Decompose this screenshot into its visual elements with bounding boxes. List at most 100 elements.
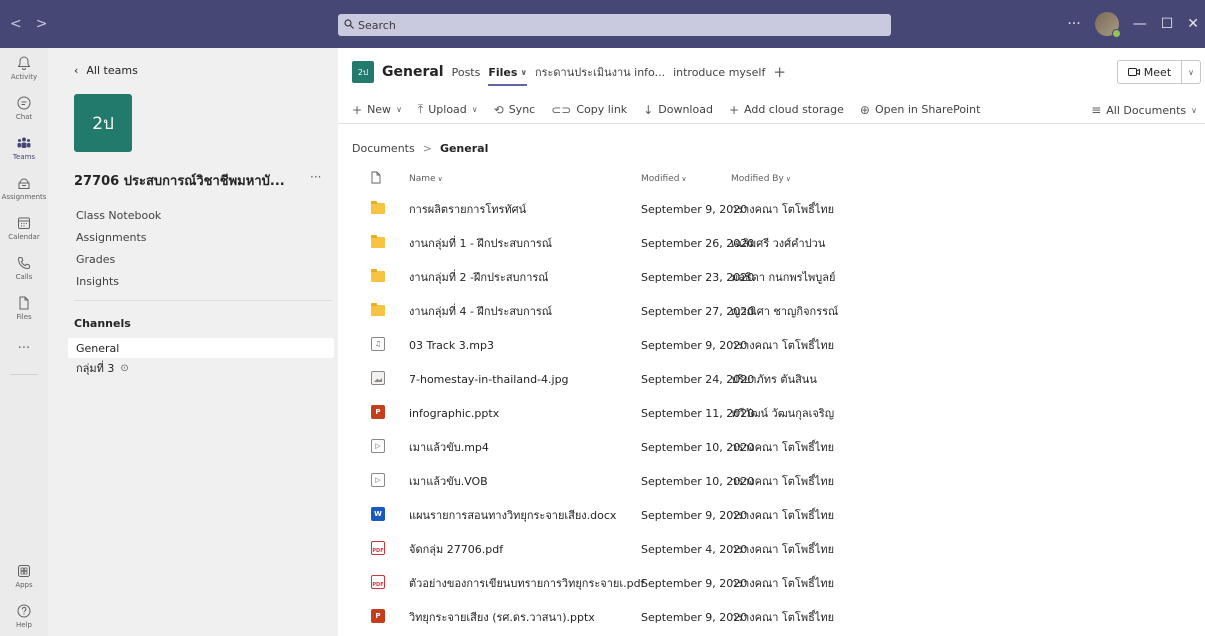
chevron-down-icon: ∨: [785, 175, 791, 183]
view-label: All Documents: [1106, 103, 1187, 117]
team-avatar: 2ป: [74, 94, 132, 152]
channel-group-3[interactable]: กลุ่มที่ 3 ⊙: [68, 358, 334, 378]
file-name[interactable]: งานกลุ่มที่ 2 -ฝึกประสบการณ์: [409, 268, 548, 286]
insights-link[interactable]: Insights: [76, 275, 119, 288]
file-name[interactable]: infographic.pptx: [409, 407, 499, 420]
video-file-icon: ▷: [371, 473, 385, 487]
file-name[interactable]: ตัวอย่างของการเขียนบทรายการวิทยุกระจายเ.…: [409, 574, 644, 592]
pdf-file-icon: PDF: [371, 541, 385, 555]
table-row[interactable]: ▷ เมาแล้วขับ.VOB September 10, 2020 วรางคณา…: [338, 464, 1205, 498]
table-row[interactable]: งานกลุ่มที่ 2 -ฝึกประสบการณ์ September 23…: [338, 260, 1205, 294]
class-notebook-link[interactable]: Class Notebook: [76, 209, 161, 222]
rail-calendar[interactable]: Calendar: [0, 208, 48, 248]
file-name[interactable]: วิทยุกระจายเสียง (รศ.ดร.วาสนา).pptx: [409, 608, 595, 626]
name-column-header[interactable]: Name ∨: [409, 174, 443, 184]
plus-icon: +: [728, 102, 739, 117]
file-type-column-icon[interactable]: [370, 171, 382, 187]
table-row[interactable]: ▷ เมาแล้วขับ.mp4 September 10, 2020 วรางคณา…: [338, 430, 1205, 464]
tab-assessment-board[interactable]: กระดานประเมินงาน info...: [535, 48, 665, 96]
help-icon: [17, 604, 31, 618]
divider: [74, 300, 332, 301]
view-selector[interactable]: ≡ All Documents ∨: [1091, 96, 1197, 124]
file-name[interactable]: 7-homestay-in-thailand-4.jpg: [409, 373, 569, 386]
breadcrumb-documents[interactable]: Documents: [352, 142, 415, 155]
modified-column-header[interactable]: Modified ∨: [641, 174, 687, 184]
table-row[interactable]: งานกลุ่มที่ 1 - ฝึกประสบการณ์ September 2…: [338, 226, 1205, 260]
file-name[interactable]: งานกลุ่มที่ 1 - ฝึกประสบการณ์: [409, 234, 552, 252]
upload-button[interactable]: ⤒ Upload ∨: [418, 102, 478, 117]
meet-dropdown-button[interactable]: ∨: [1182, 61, 1200, 83]
file-name[interactable]: การผลิตรายการโทรทัศน์: [409, 200, 526, 218]
team-more-button[interactable]: ···: [310, 170, 321, 184]
tab-files[interactable]: Files ∨: [488, 48, 527, 96]
assignments-link[interactable]: Assignments: [76, 231, 147, 244]
folder-icon: [371, 303, 385, 316]
rail-activity[interactable]: Activity: [0, 48, 48, 88]
table-row[interactable]: W แผนรายการสอนทางวิทยุกระจายเสียง.docx Sep…: [338, 498, 1205, 532]
folder-icon: [371, 201, 385, 214]
file-name[interactable]: 03 Track 3.mp3: [409, 339, 494, 352]
avatar[interactable]: [1094, 12, 1121, 38]
file-name[interactable]: เมาแล้วขับ.VOB: [409, 472, 488, 490]
table-header: Name ∨ Modified ∨ Modified By ∨: [338, 166, 1205, 192]
file-name[interactable]: แผนรายการสอนทางวิทยุกระจายเสียง.docx: [409, 506, 616, 524]
meet-button[interactable]: Meet: [1118, 61, 1183, 83]
modified-by: วรางคณา โตโพธิ์ไทย: [731, 339, 835, 352]
rail-teams[interactable]: Teams: [0, 128, 48, 168]
rail-more-button[interactable]: ···: [0, 328, 48, 368]
rail-assignments[interactable]: Assignments: [0, 168, 48, 208]
table-row[interactable]: การผลิตรายการโทรทัศน์ September 9, 2020 วร…: [338, 192, 1205, 226]
plus-icon: +: [352, 102, 363, 117]
rail-chat[interactable]: Chat: [0, 88, 48, 128]
file-name[interactable]: จัดกลุ่ม 27706.pdf: [409, 540, 503, 558]
copy-link-button[interactable]: ⊂⊃ Copy link: [551, 103, 627, 117]
more-options-button[interactable]: ···: [1067, 16, 1080, 32]
rail-apps[interactable]: Apps: [0, 556, 48, 596]
file-name[interactable]: เมาแล้วขับ.mp4: [409, 438, 489, 456]
team-name: 27706 ประสบการณ์วิชาชีพมหาบั...: [74, 174, 285, 189]
calendar-icon: [18, 217, 30, 229]
command-bar: + New ∨ ⤒ Upload ∨ ⟲ Sync ⊂⊃ Copy link ↓ Downlo…: [338, 96, 1205, 124]
rail-calls[interactable]: Calls: [0, 248, 48, 288]
table-row[interactable]: 7-homestay-in-thailand-4.jpg September 24…: [338, 362, 1205, 396]
channel-general[interactable]: General: [68, 338, 334, 358]
sync-label: Sync: [508, 103, 536, 116]
modified-by: วรางคณา โตโพธิ์ไทย: [731, 577, 835, 590]
powerpoint-file-icon: P: [371, 609, 385, 623]
table-row[interactable]: งานกลุ่มที่ 4 - ฝึกประสบการณ์ September 2…: [338, 294, 1205, 328]
download-button[interactable]: ↓ Download: [643, 103, 713, 117]
table-row[interactable]: Pinfographic.pptx September 11, 2020 ทวีวั…: [338, 396, 1205, 430]
table-row[interactable]: PDF ตัวอย่างของการเขียนบทรายการวิทยุกระจา…: [338, 566, 1205, 600]
private-channel-icon: ⊙: [120, 362, 129, 374]
search-input[interactable]: Search: [338, 14, 891, 36]
add-cloud-storage-button[interactable]: + Add cloud storage: [729, 103, 844, 117]
modified-by: วรางคณา โตโพธิ์ไทย: [731, 475, 835, 488]
window-controls: ··· — ☐ ✕: [1067, 0, 1205, 48]
word-file-icon: W: [371, 507, 385, 521]
modified-by: ปริยาภัทร ตันสินน: [731, 373, 817, 386]
grades-link[interactable]: Grades: [76, 253, 115, 266]
chevron-down-icon: ∨: [1188, 67, 1194, 77]
tab-introduce-myself[interactable]: introduce myself: [673, 48, 765, 96]
minimize-button[interactable]: —: [1133, 16, 1147, 32]
rail-files[interactable]: Files: [0, 288, 48, 328]
tab-posts[interactable]: Posts: [452, 48, 481, 96]
modified-by: วรางคณา โตโพธิ์ไทย: [731, 203, 835, 216]
file-name[interactable]: งานกลุ่มที่ 4 - ฝึกประสบการณ์: [409, 302, 552, 320]
close-button[interactable]: ✕: [1187, 16, 1199, 32]
forward-button[interactable]: >: [36, 16, 48, 32]
chevron-left-icon: ‹: [74, 64, 79, 77]
title-bar: < > Search ··· — ☐ ✕: [0, 0, 1205, 48]
rail-help[interactable]: Help: [0, 596, 48, 636]
all-teams-link[interactable]: ‹ All teams: [74, 64, 138, 77]
back-button[interactable]: <: [10, 16, 22, 32]
new-button[interactable]: + New ∨: [352, 103, 402, 117]
table-row[interactable]: ♫ 03 Track 3.mp3 September 9, 2020 วรางคณา …: [338, 328, 1205, 362]
maximize-button[interactable]: ☐: [1161, 16, 1174, 32]
add-tab-button[interactable]: +: [773, 63, 786, 81]
open-in-sharepoint-button[interactable]: ⊕ Open in SharePoint: [860, 103, 981, 117]
sync-button[interactable]: ⟲ Sync: [494, 103, 536, 117]
table-row[interactable]: P วิทยุกระจายเสียง (รศ.ดร.วาสนา).pptx Sept…: [338, 600, 1205, 634]
modified-by-column-header[interactable]: Modified By ∨: [731, 174, 791, 184]
table-row[interactable]: PDF จัดกลุ่ม 27706.pdf September 4, 2020 วร…: [338, 532, 1205, 566]
